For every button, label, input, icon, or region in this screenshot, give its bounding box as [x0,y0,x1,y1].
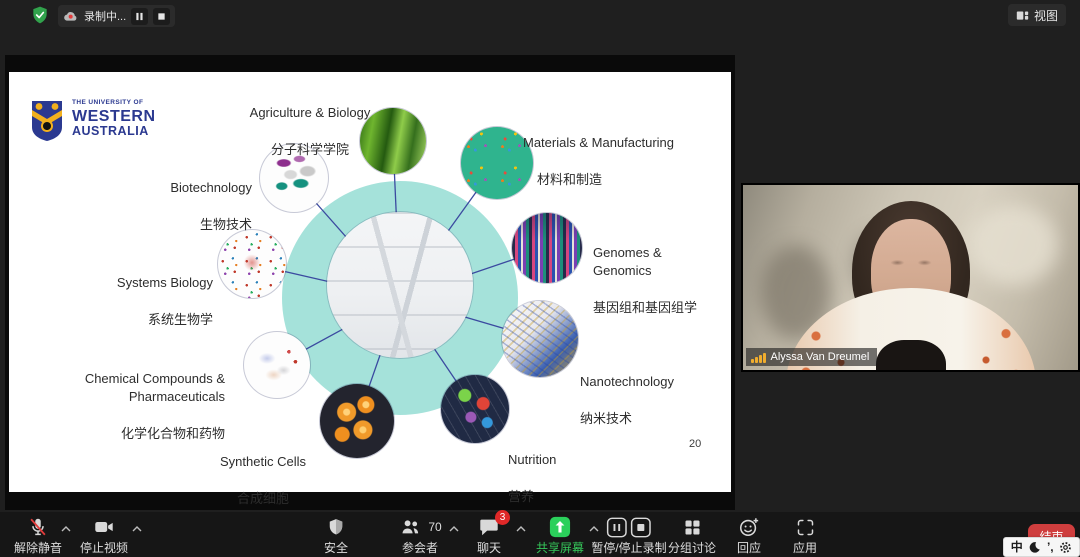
reactions-smiley-icon [738,516,760,538]
ime-settings-gear-icon[interactable] [1059,541,1072,554]
shared-screen-area: THE UNIVERSITY OF WESTERN AUSTRALIA [5,55,735,510]
unmute-label: 解除静音 [14,539,62,556]
share-screen-button[interactable]: 共享屏幕 [536,516,584,556]
cloud-recording-icon [63,9,79,23]
label-agriculture-biology: Agriculture & Biology 分子科学学院 [230,86,390,177]
label-genomes-genomics: Genomes & Genomics 基因组和基因组学 [593,226,697,335]
stop-video-label: 停止视频 [80,539,128,556]
ime-language-mode[interactable]: 中 [1011,541,1023,553]
participants-label: 参会者 [402,539,438,556]
security-shield-icon [326,516,346,538]
central-building-image [327,212,473,358]
meeting-toolbar: 解除静音 停止视频 安全 [0,512,1080,557]
encryption-shield-icon [30,5,50,25]
slide-page-number: 20 [689,438,701,450]
stop-square-icon [631,517,652,538]
recording-controls-label: 暂停/停止录制 [591,539,666,556]
view-layout-icon [1016,9,1029,22]
share-screen-label: 共享屏幕 [536,539,584,556]
label-materials-manufacturing: Materials & Manufacturing 材料和制造 [523,116,674,207]
view-button-label: 视图 [1034,7,1058,24]
mute-options-caret[interactable] [60,524,72,534]
ime-fullwidth-moon-icon[interactable] [1028,541,1041,554]
chemical-compounds-image [244,332,310,398]
label-biotechnology: Biotechnology 生物技术 [112,161,252,252]
breakout-rooms-button[interactable]: 分组讨论 [668,516,716,556]
apps-icon [794,517,815,538]
pause-icon [135,12,144,21]
label-nanotechnology: Nanotechnology 纳米技术 [580,355,674,446]
video-options-caret[interactable] [131,524,143,534]
stop-icon [157,12,166,21]
apps-button[interactable]: 应用 [793,516,817,556]
recording-status-label: 录制中... [84,8,126,24]
participants-button[interactable]: 70 参会者 [398,516,441,556]
microphone-muted-icon [27,516,49,538]
breakout-rooms-label: 分组讨论 [668,539,716,556]
nanotechnology-image [502,301,578,377]
security-label: 安全 [324,539,348,556]
chat-unread-badge: 3 [495,510,510,525]
ime-toolbar: 中 ’, [1003,537,1080,557]
apps-label: 应用 [793,539,817,556]
participant-video-tile: Alyssa Van Dreumel [741,183,1080,372]
pause-square-icon [607,517,628,538]
pause-stop-recording-button[interactable]: 暂停/停止录制 [591,516,666,556]
chat-button[interactable]: 3 聊天 [477,516,501,556]
participants-options-caret[interactable] [448,524,460,534]
reactions-button[interactable]: 回应 [737,516,761,556]
ime-punctuation-toggle[interactable]: ’, [1047,541,1054,553]
genomes-genomics-image [512,213,582,283]
chat-options-caret[interactable] [515,524,527,534]
label-nutrition: Nutrition 营养 [508,433,556,524]
label-systems-biology: Systems Biology 系统生物学 [73,256,213,347]
unmute-button[interactable]: 解除静音 [14,516,62,556]
view-button[interactable]: 视图 [1008,4,1066,26]
video-camera-icon [92,516,116,538]
presentation-slide: THE UNIVERSITY OF WESTERN AUSTRALIA [9,72,731,492]
share-screen-icon [549,516,571,538]
synthetic-cells-image [320,384,394,458]
nutrition-image [441,375,509,443]
breakout-rooms-icon [681,517,702,538]
reactions-label: 回应 [737,539,761,556]
audio-signal-icon [751,352,766,363]
pause-recording-button[interactable] [131,8,148,25]
participants-icon [398,516,422,538]
chat-label: 聊天 [477,539,501,556]
zoom-meeting-window: 录制中... 视图 [0,0,1080,557]
participant-video: Alyssa Van Dreumel [743,185,1078,370]
meeting-topbar: 录制中... 视图 [0,0,1080,30]
participant-name-tag: Alyssa Van Dreumel [746,348,877,366]
stop-recording-button[interactable] [153,8,170,25]
recording-indicator: 录制中... [58,5,175,27]
participants-count: 70 [428,520,441,534]
participant-name: Alyssa Van Dreumel [771,351,870,363]
security-button[interactable]: 安全 [324,516,348,556]
stop-video-button[interactable]: 停止视频 [80,516,128,556]
